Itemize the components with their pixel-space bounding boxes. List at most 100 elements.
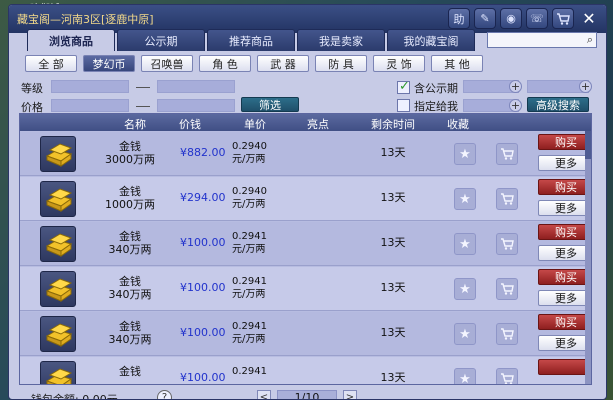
buy-button[interactable]: 购买	[538, 134, 591, 150]
category-weapons[interactable]: 武 器	[257, 55, 309, 72]
category-all[interactable]: 全 部	[25, 55, 77, 72]
time-left: 13天	[380, 371, 406, 384]
close-icon[interactable]: ✕	[578, 8, 600, 29]
buy-button[interactable]: 购买	[538, 314, 591, 330]
table-row[interactable]: 金钱 1000万两 ¥294.00 0.2940 元/万两 13天 ★ 购买 更…	[20, 177, 591, 221]
wallet-balance: 钱包余额: 0.00元	[31, 393, 118, 400]
table-row[interactable]: 金钱 3000万两 ¥882.00 0.2940 元/万两 13天 ★ 购买 更…	[20, 132, 591, 176]
item-price: ¥100.00	[180, 236, 226, 249]
public-period-label: 含公示期	[414, 82, 458, 95]
level-max-field[interactable]	[157, 80, 235, 93]
add-icon[interactable]: +	[509, 80, 522, 93]
item-name: 金钱	[119, 275, 141, 288]
category-accessories[interactable]: 灵 饰	[373, 55, 425, 72]
buy-button[interactable]: 购买	[538, 179, 591, 195]
favorite-star-icon[interactable]: ★	[454, 188, 476, 210]
time-left: 13天	[380, 146, 406, 159]
add-icon[interactable]: +	[509, 99, 522, 112]
item-price: ¥100.00	[180, 326, 226, 339]
unit-price-value: 0.2940	[232, 141, 267, 152]
tab-recommended[interactable]: 推荐商品	[207, 29, 295, 51]
item-price: ¥882.00	[180, 146, 226, 159]
item-amount: 340万两	[108, 288, 152, 301]
table-row[interactable]: 金钱 340万两 ¥100.00 0.2941 元/万两 13天 ★ 购买 更多	[20, 267, 591, 311]
item-amount: 1000万两	[105, 198, 155, 211]
add-to-cart-icon[interactable]	[496, 323, 518, 345]
favorite-star-icon[interactable]: ★	[454, 233, 476, 255]
category-currency[interactable]: 梦幻币	[83, 55, 135, 72]
item-amount: 340万两	[108, 333, 152, 346]
favorite-star-icon[interactable]: ★	[454, 323, 476, 345]
table-row[interactable]: 金钱 340万两 ¥100.00 0.2941 元/万两 13天 ★ 购买 更多	[20, 222, 591, 266]
cart-icon[interactable]	[552, 8, 574, 29]
favorite-star-icon[interactable]: ★	[454, 278, 476, 300]
help-icon[interactable]: ?	[157, 390, 172, 399]
category-armor[interactable]: 防 具	[315, 55, 367, 72]
more-button[interactable]: 更多	[538, 335, 591, 351]
tab-browse[interactable]: 浏览商品	[27, 29, 115, 51]
add-to-cart-icon[interactable]	[496, 278, 518, 300]
level-range-dash	[136, 87, 150, 88]
more-button[interactable]: 更多	[538, 200, 591, 216]
more-button[interactable]: 更多	[538, 290, 591, 306]
search-icon[interactable]: ⌕	[587, 33, 593, 47]
favorite-star-icon[interactable]: ★	[454, 368, 476, 384]
public-period-checkbox[interactable]	[397, 79, 410, 94]
add-to-cart-icon[interactable]	[496, 188, 518, 210]
item-name: 金钱	[119, 230, 141, 243]
category-characters[interactable]: 角 色	[199, 55, 251, 72]
level-min-field[interactable]	[51, 80, 129, 93]
level-label: 等级	[21, 82, 43, 95]
scrollbar[interactable]	[585, 131, 591, 384]
tab-public[interactable]: 公示期	[117, 29, 205, 51]
tab-my-pavilion[interactable]: 我的藏宝阁	[387, 29, 475, 51]
header-favorite: 收藏	[447, 118, 469, 131]
assigned-to-me-checkbox[interactable]	[397, 99, 410, 112]
prev-page-button[interactable]: <	[257, 390, 271, 399]
more-button[interactable]: 更多	[538, 155, 591, 171]
add-to-cart-icon[interactable]	[496, 368, 518, 384]
category-other[interactable]: 其 他	[431, 55, 483, 72]
unit-price-unit: 元/万两	[232, 244, 266, 255]
unit-price-unit: 元/万两	[232, 289, 266, 300]
gold-ingot-icon	[40, 271, 76, 307]
toolbar-icons: 助 ✎ ◉ ☏ ✕	[448, 8, 600, 29]
search-input[interactable]: ⌕	[487, 32, 597, 48]
item-amount: 340万两	[108, 243, 152, 256]
category-pets[interactable]: 召唤兽	[141, 55, 193, 72]
item-name: 金钱	[119, 140, 141, 153]
filter-button[interactable]: 筛选	[241, 97, 299, 112]
main-tabs: 浏览商品 公示期 推荐商品 我是卖家 我的藏宝阁	[27, 29, 475, 51]
unit-price-value: 0.2941	[232, 231, 267, 242]
table-row[interactable]: 金钱 ¥100.00 0.2941 13天 ★	[20, 357, 591, 384]
advanced-search-button[interactable]: 高级搜索	[527, 97, 589, 112]
help-icon[interactable]: 助	[448, 8, 470, 29]
buy-button[interactable]: 购买	[538, 269, 591, 285]
add-to-cart-icon[interactable]	[496, 143, 518, 165]
unit-price-unit: 元/万两	[232, 334, 266, 345]
table-row[interactable]: 金钱 340万两 ¥100.00 0.2941 元/万两 13天 ★ 购买 更多	[20, 312, 591, 356]
table-header: 名称 价钱 单价 亮点 剩余时间 收藏	[20, 114, 591, 131]
header-unit-price: 单价	[244, 118, 266, 131]
favorite-star-icon[interactable]: ★	[454, 143, 476, 165]
unit-price-value: 0.2940	[232, 186, 267, 197]
add-icon[interactable]: +	[579, 80, 592, 93]
assigned-to-me-label: 指定给我	[414, 100, 458, 113]
next-page-button[interactable]: >	[343, 390, 357, 399]
chat-icon[interactable]: ☏	[526, 8, 548, 29]
more-button[interactable]: 更多	[538, 245, 591, 261]
add-to-cart-icon[interactable]	[496, 233, 518, 255]
price-max-field[interactable]	[157, 99, 235, 112]
target-icon[interactable]: ◉	[500, 8, 522, 29]
edit-icon[interactable]: ✎	[474, 8, 496, 29]
header-name: 名称	[124, 118, 146, 131]
header-price: 价钱	[179, 118, 201, 131]
buy-button[interactable]	[538, 359, 591, 375]
buy-button[interactable]: 购买	[538, 224, 591, 240]
price-min-field[interactable]	[51, 99, 129, 112]
scrollbar-thumb[interactable]	[585, 131, 591, 159]
gold-ingot-icon	[40, 316, 76, 352]
tab-seller[interactable]: 我是卖家	[297, 29, 385, 51]
gold-ingot-icon	[40, 361, 76, 384]
item-name: 金钱	[119, 365, 141, 378]
